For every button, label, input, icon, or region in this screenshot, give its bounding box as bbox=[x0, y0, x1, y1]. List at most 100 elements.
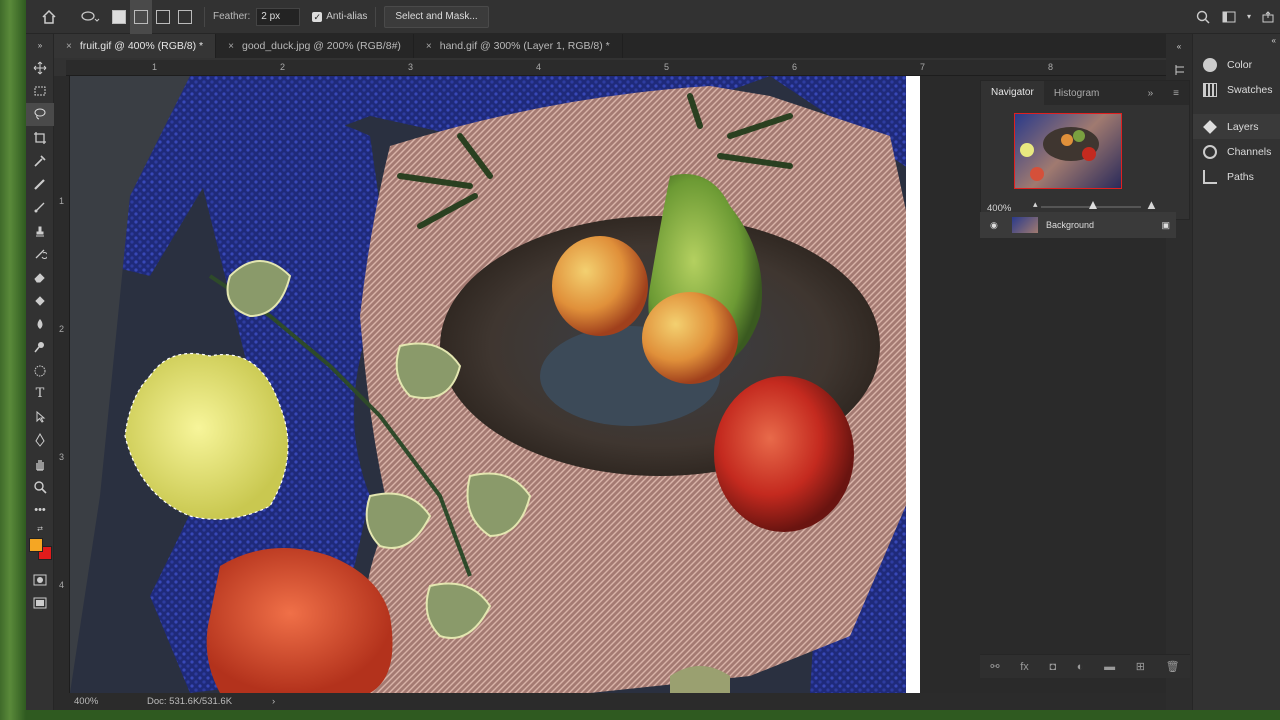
bucket-icon bbox=[35, 295, 45, 306]
pen-tool-alt[interactable] bbox=[26, 359, 54, 382]
zoom-level[interactable]: 400% bbox=[74, 696, 134, 707]
expand-icon[interactable]: » bbox=[1138, 88, 1164, 99]
workspace-dropdown[interactable]: ▾ bbox=[1242, 0, 1256, 34]
trash-icon[interactable]: 🗑 bbox=[1166, 660, 1180, 673]
options-bar: Feather: 2 px ✓ Anti-alias Select and Ma… bbox=[26, 0, 1280, 34]
eye-icon[interactable]: ◉ bbox=[990, 220, 1004, 231]
panel-swatches[interactable]: Swatches bbox=[1193, 77, 1280, 102]
panel-layers[interactable]: Layers bbox=[1193, 114, 1280, 139]
zoom-out-icon[interactable]: ▴ bbox=[1033, 199, 1038, 210]
ruler-tick-label: 7 bbox=[920, 62, 926, 72]
ellipsis-icon: ••• bbox=[34, 504, 46, 517]
zoom-icon bbox=[34, 481, 47, 494]
sponge-icon bbox=[34, 365, 46, 376]
move-tool[interactable] bbox=[26, 56, 54, 79]
fx-icon[interactable]: fx bbox=[1020, 661, 1029, 673]
search-button[interactable] bbox=[1190, 0, 1216, 34]
more-tools[interactable]: ••• bbox=[26, 499, 54, 522]
status-menu-arrow[interactable]: › bbox=[272, 696, 275, 707]
close-icon[interactable]: × bbox=[228, 41, 234, 52]
zoom-slider-handle[interactable] bbox=[1089, 201, 1097, 209]
workspace-button[interactable] bbox=[1216, 0, 1242, 34]
navigator-panel: Navigator Histogram » ≡ 400% ▴ ▲ bbox=[980, 80, 1190, 220]
close-icon[interactable]: × bbox=[66, 41, 72, 52]
hand-tool[interactable] bbox=[26, 452, 54, 475]
healing-brush-tool[interactable] bbox=[26, 172, 54, 195]
document-canvas[interactable] bbox=[70, 76, 920, 693]
crop-tool[interactable] bbox=[26, 126, 54, 149]
quick-mask-button[interactable] bbox=[26, 568, 54, 591]
layer-row[interactable]: ◉ Background ▣ bbox=[980, 212, 1176, 238]
adjustment-icon[interactable]: ◐ bbox=[1077, 661, 1084, 673]
zoom-in-icon[interactable]: ▲ bbox=[1145, 197, 1158, 212]
document-tabs: × fruit.gif @ 400% (RGB/8) * × good_duck.j… bbox=[54, 34, 1184, 58]
eyedropper-icon bbox=[34, 155, 46, 167]
navigator-thumbnail[interactable] bbox=[1014, 113, 1122, 189]
thumbnail-image bbox=[1020, 127, 1099, 181]
eyedropper-tool[interactable] bbox=[26, 149, 54, 172]
add-selection-button[interactable] bbox=[130, 0, 152, 34]
blur-tool[interactable] bbox=[26, 312, 54, 335]
dock-collapse[interactable]: « bbox=[1193, 34, 1280, 52]
mask-icon[interactable]: ◘ bbox=[1049, 661, 1056, 673]
stamp-icon bbox=[36, 226, 44, 237]
eraser-tool[interactable] bbox=[26, 266, 54, 289]
tab-label: fruit.gif @ 400% (RGB/8) * bbox=[79, 40, 204, 52]
panel-color[interactable]: Color bbox=[1193, 52, 1280, 77]
panel-menu-icon[interactable]: ≡ bbox=[1163, 88, 1189, 99]
paint-bucket-tool[interactable] bbox=[26, 289, 54, 312]
zoom-tool[interactable] bbox=[26, 475, 54, 498]
move-icon bbox=[33, 61, 47, 74]
clone-stamp-tool[interactable] bbox=[26, 219, 54, 242]
eraser-icon bbox=[34, 273, 45, 283]
pen-tool[interactable] bbox=[26, 429, 54, 452]
canvas-edge bbox=[906, 76, 920, 693]
tab-histogram[interactable]: Histogram bbox=[1044, 88, 1110, 99]
crop-icon bbox=[34, 131, 46, 144]
lasso-preset-picker[interactable] bbox=[72, 0, 108, 34]
ruler-tick-label: 5 bbox=[664, 62, 670, 72]
history-panel-button[interactable] bbox=[1166, 58, 1194, 81]
folder-icon[interactable]: ▬ bbox=[1104, 661, 1115, 673]
share-button[interactable] bbox=[1256, 0, 1280, 34]
antialias-checkbox[interactable]: ✓ bbox=[312, 11, 323, 22]
screen-mode-icon bbox=[33, 597, 47, 609]
close-icon[interactable]: × bbox=[426, 41, 432, 52]
panel-collapse[interactable]: « bbox=[1166, 34, 1192, 58]
link-icon[interactable]: ⚯ bbox=[990, 660, 999, 673]
tab-navigator[interactable]: Navigator bbox=[981, 81, 1044, 105]
lasso-tool[interactable] bbox=[26, 102, 54, 126]
select-and-mask-button[interactable]: Select and Mask... bbox=[384, 5, 489, 28]
type-tool[interactable]: T bbox=[26, 382, 54, 405]
tab-fruit[interactable]: × fruit.gif @ 400% (RGB/8) * bbox=[54, 34, 217, 58]
home-button[interactable] bbox=[26, 0, 72, 34]
foreground-color[interactable] bbox=[29, 537, 43, 552]
new-selection-icon bbox=[112, 9, 126, 24]
ruler-tick-label: 3 bbox=[408, 62, 414, 72]
home-icon bbox=[42, 9, 56, 24]
history-brush-tool[interactable] bbox=[26, 242, 54, 265]
toolbar-collapse[interactable]: » bbox=[26, 34, 54, 56]
subtract-selection-button[interactable] bbox=[152, 0, 174, 34]
tab-hand[interactable]: × hand.gif @ 300% (Layer 1, RGB/8) * bbox=[414, 34, 623, 58]
panel-channels[interactable]: Channels bbox=[1193, 139, 1280, 164]
tab-good-duck[interactable]: × good_duck.jpg @ 200% (RGB/8#) bbox=[216, 34, 414, 58]
screen-mode-button[interactable] bbox=[26, 591, 54, 614]
new-layer-icon[interactable]: ⊞ bbox=[1136, 660, 1145, 673]
path-selection-tool[interactable] bbox=[26, 405, 54, 428]
brush-icon bbox=[34, 202, 45, 213]
panel-paths[interactable]: Paths bbox=[1193, 164, 1280, 189]
pen-icon bbox=[35, 433, 45, 448]
marquee-tool[interactable] bbox=[26, 79, 54, 102]
lock-icon: ▣ bbox=[1161, 219, 1170, 230]
feather-input[interactable]: 2 px bbox=[256, 7, 301, 26]
dodge-tool[interactable] bbox=[26, 336, 54, 359]
new-selection-button[interactable] bbox=[108, 0, 130, 34]
color-icon bbox=[1203, 57, 1217, 72]
panel-label: Swatches bbox=[1227, 83, 1273, 96]
default-colors-button[interactable]: ⇄ bbox=[26, 522, 54, 536]
intersect-selection-button[interactable] bbox=[174, 0, 196, 34]
color-swatches[interactable] bbox=[26, 536, 54, 568]
healing-icon bbox=[34, 179, 45, 190]
brush-tool[interactable] bbox=[26, 196, 54, 219]
